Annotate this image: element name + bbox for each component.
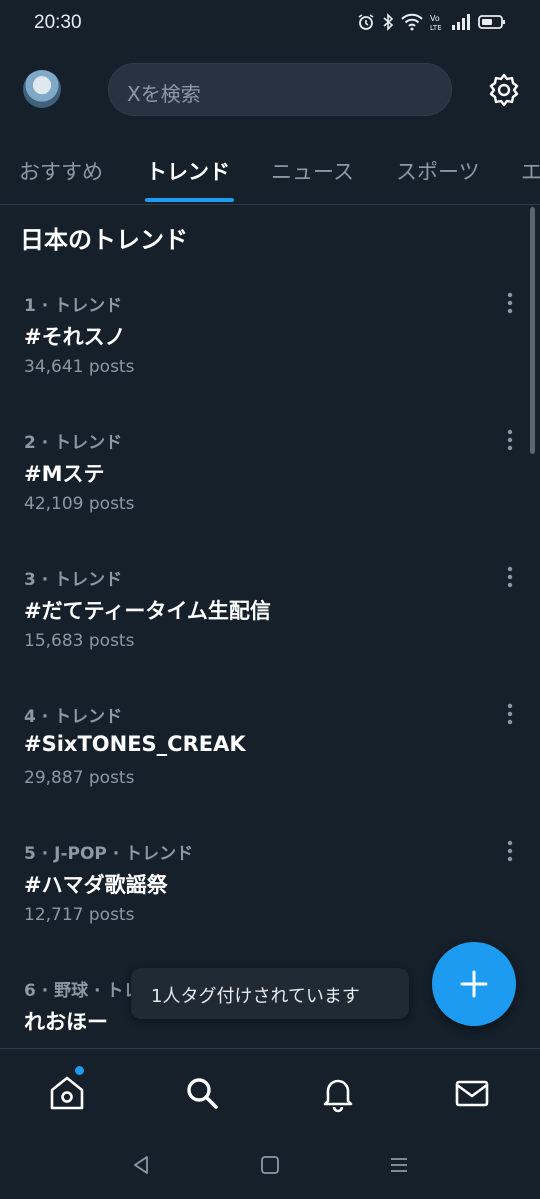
more-options-icon[interactable] (500, 839, 520, 863)
tab-recommended[interactable]: おすすめ (19, 156, 103, 186)
tab-trending[interactable]: トレンド (146, 156, 230, 186)
toast-notification: 1人タグ付けされています (131, 968, 409, 1019)
toast-text: 1人タグ付けされています (151, 986, 360, 1007)
status-bar: 20:30 Vo LTE (0, 0, 540, 46)
more-options-icon[interactable] (500, 565, 520, 589)
bluetooth-icon (383, 13, 394, 31)
gear-icon[interactable] (486, 72, 522, 108)
bottom-nav (0, 1048, 540, 1134)
recents-icon[interactable] (388, 1154, 410, 1176)
trend-item[interactable]: 5 · J-POP · トレンド #ハマダ歌謡祭 12,717 posts (0, 839, 540, 959)
signal-icon (452, 14, 470, 30)
trend-item[interactable]: 3 · トレンド #だてティータイム生配信 15,683 posts (0, 565, 540, 685)
back-icon[interactable] (130, 1154, 152, 1176)
trend-item[interactable]: 2 · トレンド #Mステ 42,109 posts (0, 428, 540, 548)
tab-bar: おすすめ トレンド ニュース スポーツ エ (0, 142, 540, 205)
battery-icon (478, 15, 505, 29)
home-icon[interactable] (47, 1073, 87, 1113)
trend-count: 12,717 posts (24, 905, 135, 925)
home-notification-dot (75, 1066, 84, 1075)
search-placeholder: Xを検索 (127, 82, 201, 106)
scrollbar[interactable] (530, 207, 535, 454)
trend-meta: 4 · トレンド (24, 707, 123, 727)
svg-text:LTE: LTE (430, 24, 442, 31)
trend-count: 34,641 posts (24, 357, 135, 377)
trend-name: #だてティータイム生配信 (24, 599, 271, 623)
wifi-icon (401, 13, 423, 31)
search-input[interactable]: Xを検索 (108, 63, 452, 116)
trend-meta: 5 · J-POP · トレンド (24, 844, 194, 864)
trend-count: 15,683 posts (24, 631, 135, 651)
section-title: 日本のトレンド (20, 226, 188, 254)
avatar[interactable] (23, 70, 61, 108)
tab-entertainment[interactable]: エ (521, 156, 540, 186)
status-icons: Vo LTE (357, 13, 506, 31)
mail-icon[interactable] (452, 1073, 492, 1113)
trend-item[interactable]: 1 · トレンド #それスノ 34,641 posts (0, 291, 540, 411)
trend-name: #ハマダ歌謡祭 (24, 873, 168, 897)
tab-news[interactable]: ニュース (271, 156, 354, 186)
svg-text:Vo: Vo (430, 14, 440, 23)
trend-name: #Mステ (24, 462, 105, 486)
trend-name: #それスノ (24, 325, 126, 349)
status-time: 20:30 (34, 12, 82, 33)
trend-item[interactable]: 4 · トレンド #SixTONES_CREAK 29,887 posts (0, 702, 540, 822)
system-nav-bar (0, 1134, 540, 1199)
more-options-icon[interactable] (500, 702, 520, 726)
trend-count: 42,109 posts (24, 494, 135, 514)
search-icon[interactable] (182, 1073, 222, 1113)
trend-name: れおほー (24, 1010, 108, 1034)
trend-meta: 2 · トレンド (24, 433, 123, 453)
trend-meta: 6 · 野球 · トレ (24, 981, 141, 1001)
volte-icon: VoLTE (430, 14, 442, 31)
home-nav-icon[interactable] (259, 1154, 281, 1176)
tab-sports[interactable]: スポーツ (396, 156, 480, 186)
compose-button[interactable] (432, 942, 516, 1026)
more-options-icon[interactable] (500, 291, 520, 315)
alarm-icon (358, 14, 374, 30)
plus-icon (460, 970, 488, 998)
active-tab-indicator (145, 198, 234, 202)
trend-name: #SixTONES_CREAK (24, 732, 246, 756)
trend-meta: 1 · トレンド (24, 296, 123, 316)
trend-count: 29,887 posts (24, 768, 135, 788)
more-options-icon[interactable] (500, 428, 520, 452)
trend-meta: 3 · トレンド (24, 570, 123, 590)
bell-icon[interactable] (318, 1073, 358, 1113)
